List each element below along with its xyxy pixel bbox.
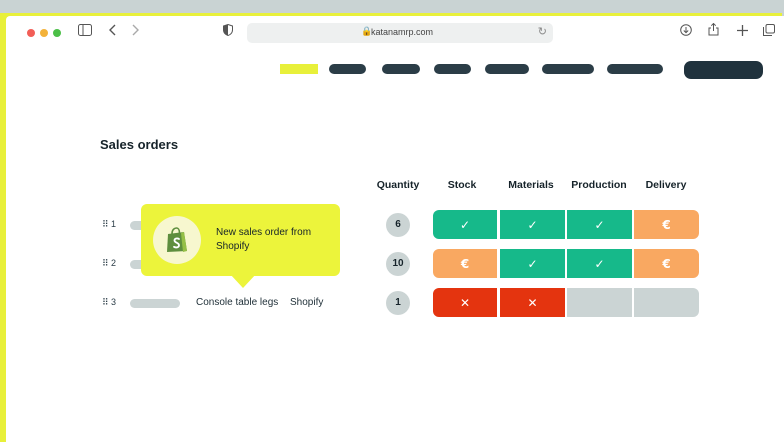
- minimize-window-button[interactable]: [40, 29, 48, 37]
- quantity-badge: 1: [386, 291, 410, 315]
- row-number: 1: [111, 219, 117, 229]
- download-icon[interactable]: [680, 23, 692, 43]
- page-title: Sales orders: [100, 137, 179, 152]
- shopify-bag-icon: [167, 227, 187, 252]
- row-placeholder: [130, 299, 180, 308]
- check-icon: ✓: [527, 217, 538, 232]
- status-delivery[interactable]: €: [634, 249, 699, 278]
- drag-handle-icon[interactable]: ⠿: [102, 297, 109, 308]
- row-number: 2: [111, 258, 117, 268]
- status-materials[interactable]: ✓: [500, 249, 565, 278]
- nav-item[interactable]: [607, 64, 663, 74]
- notification-tooltip[interactable]: New sales order from Shopify: [141, 204, 340, 288]
- check-icon: ✓: [459, 217, 471, 232]
- nav-cta-button[interactable]: [684, 61, 763, 79]
- nav-item[interactable]: [329, 64, 366, 74]
- euro-timer-icon: €: [460, 256, 470, 271]
- column-header-delivery: Delivery: [645, 179, 687, 191]
- drag-handle-icon[interactable]: ⠿: [102, 258, 109, 269]
- status-stock[interactable]: €: [433, 249, 497, 278]
- drag-handle-icon[interactable]: ⠿: [102, 219, 109, 230]
- nav-item[interactable]: [485, 64, 529, 74]
- tab-overview-icon[interactable]: [763, 23, 775, 43]
- share-icon[interactable]: [708, 22, 719, 43]
- status-stock[interactable]: ✕: [433, 288, 497, 317]
- row-number: 3: [111, 297, 117, 307]
- column-header-quantity: Quantity: [376, 179, 420, 191]
- status-materials[interactable]: ✕: [500, 288, 565, 317]
- order-channel: Shopify: [290, 297, 324, 308]
- column-header-materials: Materials: [508, 179, 554, 191]
- close-window-button[interactable]: [27, 29, 35, 37]
- reload-icon[interactable]: ↻: [538, 25, 547, 38]
- order-item-name: Console table legs: [196, 297, 279, 308]
- status-production[interactable]: ✓: [567, 210, 632, 239]
- euro-timer-icon: €: [662, 256, 671, 271]
- quantity-badge: 6: [386, 213, 410, 237]
- status-production[interactable]: ✓: [567, 249, 632, 278]
- quantity-badge: 10: [386, 252, 410, 276]
- url-text: katanamrp.com: [371, 27, 434, 37]
- nav-item[interactable]: [382, 64, 420, 74]
- tooltip-arrow: [230, 274, 256, 288]
- browser-toolbar: 🔒 katanamrp.com ↻: [6, 16, 784, 52]
- column-header-production: Production: [571, 179, 627, 191]
- status-production[interactable]: [567, 288, 632, 317]
- back-icon[interactable]: [109, 23, 117, 43]
- cross-icon: ✕: [459, 295, 471, 310]
- cross-icon: ✕: [527, 295, 538, 310]
- maximize-window-button[interactable]: [53, 29, 61, 37]
- column-header-stock: Stock: [447, 179, 477, 191]
- new-tab-icon[interactable]: [737, 23, 748, 43]
- status-delivery[interactable]: [634, 288, 699, 317]
- shopify-logo: [153, 216, 201, 264]
- euro-timer-icon: €: [662, 217, 671, 232]
- browser-window: 🔒 katanamrp.com ↻ Sales orders Quantity …: [6, 16, 784, 442]
- status-materials[interactable]: ✓: [500, 210, 565, 239]
- nav-item-active[interactable]: [280, 64, 318, 74]
- status-stock[interactable]: ✓: [433, 210, 497, 239]
- nav-item[interactable]: [542, 64, 594, 74]
- nav-item[interactable]: [434, 64, 471, 74]
- check-icon: ✓: [594, 217, 605, 232]
- check-icon: ✓: [594, 256, 605, 271]
- status-delivery[interactable]: €: [634, 210, 699, 239]
- notification-message: New sales order from Shopify: [216, 227, 312, 252]
- address-bar[interactable]: 🔒 katanamrp.com ↻: [247, 23, 553, 43]
- sidebar-toggle-icon[interactable]: [78, 23, 92, 43]
- check-icon: ✓: [527, 256, 538, 271]
- forward-icon[interactable]: [131, 23, 139, 43]
- shield-icon[interactable]: [223, 23, 233, 43]
